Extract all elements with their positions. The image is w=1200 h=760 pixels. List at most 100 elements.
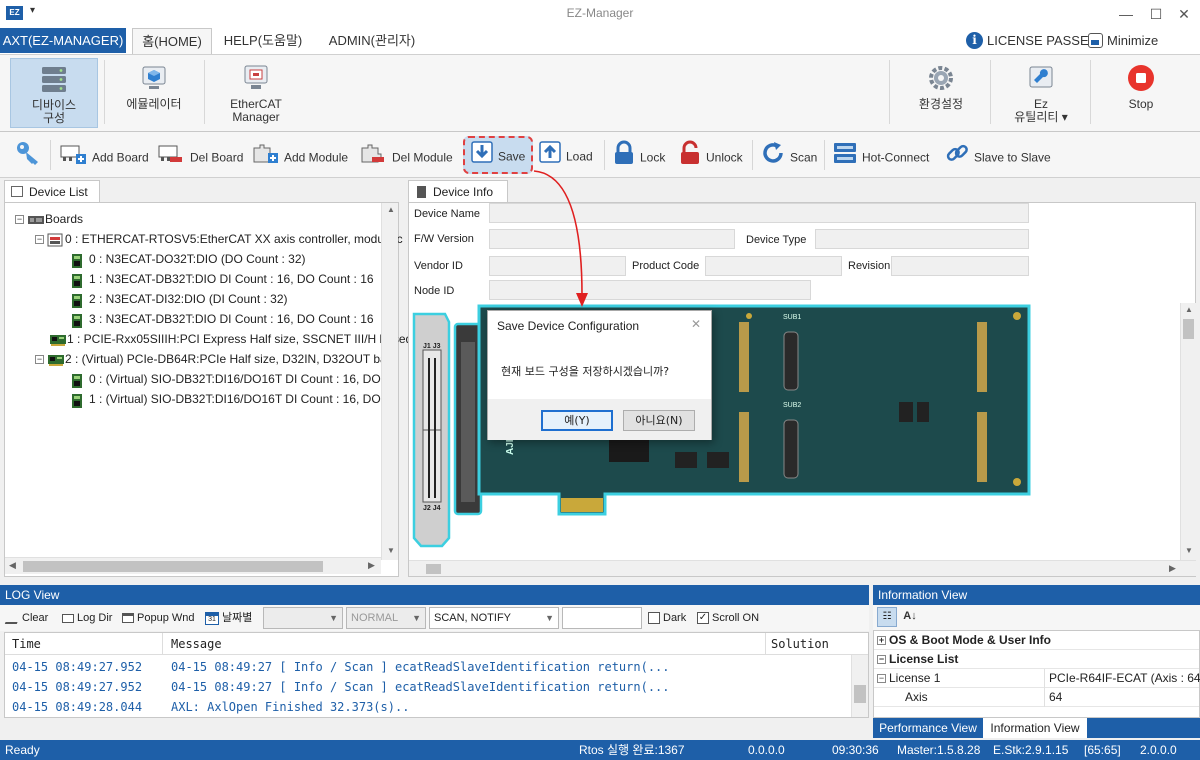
save-config-dialog: Save Device Configuration ✕ 현재 보드 구성을 저장… bbox=[487, 310, 712, 440]
tree-item-module[interactable]: 1 : N3ECAT-DB32T:DIO DI Count : 16, DO C… bbox=[71, 269, 374, 289]
group-license-list[interactable]: − License List bbox=[874, 650, 1199, 669]
device-type-field[interactable] bbox=[815, 229, 1029, 249]
add-board-button[interactable]: Add Board bbox=[58, 140, 149, 170]
tree-root[interactable]: − Boards bbox=[15, 209, 83, 229]
tab-device-list[interactable]: Device List bbox=[4, 180, 100, 202]
tree-item-module[interactable]: 1 : (Virtual) SIO-DB32T:DI16/DO16T DI Co… bbox=[71, 389, 393, 409]
sort-alpha-icon[interactable]: A↓ bbox=[900, 607, 920, 627]
tab-information-view[interactable]: Information View bbox=[983, 718, 1087, 738]
popup-wnd-button[interactable]: Popup Wnd bbox=[122, 610, 194, 626]
save-button[interactable]: Save bbox=[470, 140, 525, 170]
del-module-button[interactable]: Del Module bbox=[358, 140, 453, 170]
log-dir-button[interactable]: Log Dir bbox=[62, 610, 112, 626]
log-search-input[interactable] bbox=[562, 607, 642, 629]
ribbon-separator bbox=[1090, 60, 1091, 124]
device-info-vscroll[interactable]: ▲ ▼ bbox=[1180, 303, 1196, 560]
tree-item-label: 3 : N3ECAT-DB32T:DIO DI Count : 16, DO C… bbox=[89, 312, 374, 326]
add-module-button[interactable]: Add Module bbox=[250, 140, 348, 170]
device-config-button[interactable]: 디바이스 구성 bbox=[10, 58, 98, 128]
log-clear-label: Clear bbox=[22, 612, 49, 624]
revision-field[interactable] bbox=[891, 256, 1029, 276]
tree-item-board-1[interactable]: 1 : PCIE-Rxx05SIIIH:PCI Express Half siz… bbox=[49, 329, 412, 349]
categorized-icon[interactable]: ☷ bbox=[877, 607, 897, 627]
stop-label: Stop bbox=[1128, 97, 1154, 111]
tab-performance-view[interactable]: Performance View bbox=[875, 718, 981, 738]
log-vscroll[interactable] bbox=[851, 655, 868, 717]
expand-icon[interactable]: + bbox=[877, 636, 886, 646]
tree-item-board-2[interactable]: − 2 : (Virtual) PCIe-DB64R:PCIe Half size… bbox=[35, 349, 393, 369]
tab-device-info[interactable]: Device Info bbox=[408, 180, 508, 202]
tab-admin[interactable]: ADMIN(관리자) bbox=[320, 28, 424, 54]
log-col-message[interactable]: Message bbox=[171, 637, 222, 651]
log-level-select[interactable]: NORMAL ▼ bbox=[346, 607, 426, 629]
popup-wnd-label: Popup Wnd bbox=[137, 612, 195, 624]
unlock-button[interactable]: Unlock bbox=[678, 140, 743, 170]
scroll-on-checkbox[interactable]: ✓ Scroll ON bbox=[697, 610, 759, 626]
log-clear-button[interactable]: Clear bbox=[4, 610, 49, 626]
board-label-sub1: SUB1 bbox=[783, 314, 802, 321]
log-filter-select[interactable]: SCAN, NOTIFY ▼ bbox=[429, 607, 559, 629]
slave-to-slave-button[interactable]: Slave to Slave bbox=[944, 140, 1051, 170]
device-name-label: Device Name bbox=[414, 208, 481, 220]
tree-item-module[interactable]: 2 : N3ECAT-DI32:DIO (DI Count : 32) bbox=[71, 289, 288, 309]
tree-item-module[interactable]: 0 : N3ECAT-DO32T:DIO (DO Count : 32) bbox=[71, 249, 306, 269]
group-os-boot[interactable]: + OS & Boot Mode & User Info bbox=[874, 631, 1199, 650]
dialog-title: Save Device Configuration bbox=[497, 319, 640, 333]
close-button[interactable]: ✕ bbox=[1166, 4, 1200, 24]
tab-home[interactable]: 홈(HOME) bbox=[132, 28, 212, 54]
log-row[interactable]: 04-15 08:49:28.044 bbox=[12, 700, 142, 714]
collapse-icon[interactable]: − bbox=[15, 215, 24, 225]
collapse-icon[interactable]: − bbox=[877, 674, 886, 684]
tree-item-module[interactable]: 0 : (Virtual) SIO-DB32T:DI16/DO16T DI Co… bbox=[71, 369, 393, 389]
module-icon bbox=[71, 313, 85, 328]
dialog-close-icon[interactable]: ✕ bbox=[691, 317, 701, 331]
emulator-button[interactable]: 에뮬레이터 bbox=[110, 58, 198, 128]
dark-checkbox[interactable]: Dark bbox=[648, 610, 686, 626]
minimize-menu-icon[interactable] bbox=[1088, 33, 1103, 48]
log-row[interactable]: 04-15 08:49:27.952 bbox=[12, 680, 142, 694]
log-col-solution[interactable]: Solution bbox=[771, 637, 829, 651]
log-col-time[interactable]: Time bbox=[12, 637, 41, 651]
scan-button[interactable]: Scan bbox=[760, 140, 817, 170]
axis-row[interactable]: Axis 64 bbox=[874, 688, 1199, 707]
info-toolbar bbox=[873, 605, 1200, 630]
hscroll-thumb[interactable] bbox=[23, 561, 323, 572]
collapse-icon[interactable]: − bbox=[35, 235, 44, 245]
tree-item-module[interactable]: 3 : N3ECAT-DB32T:DIO DI Count : 16, DO C… bbox=[71, 309, 374, 329]
minimize-menu-button[interactable]: Minimize MENU bbox=[1107, 32, 1200, 66]
vscroll-thumb[interactable] bbox=[1183, 319, 1194, 339]
log-row[interactable]: 04-15 08:49:27.952 bbox=[12, 660, 142, 674]
del-board-button[interactable]: Del Board bbox=[156, 140, 243, 170]
vendor-id-label: Vendor ID bbox=[414, 260, 463, 272]
tree-item-board-0[interactable]: − 0 : ETHERCAT-RTOSV5:EtherCAT XX axis co… bbox=[35, 229, 403, 249]
vscroll-thumb[interactable] bbox=[854, 685, 866, 703]
device-list-hscroll[interactable]: ◀ ▶ bbox=[5, 557, 381, 574]
date-select[interactable]: ▼ bbox=[263, 607, 343, 629]
tree-item-label: 2 : N3ECAT-DI32:DIO (DI Count : 32) bbox=[89, 292, 288, 306]
hscroll-thumb[interactable] bbox=[426, 564, 441, 574]
ethercat-manager-button[interactable]: EtherCAT Manager bbox=[212, 58, 300, 128]
tree-item-label: 1 : N3ECAT-DB32T:DIO DI Count : 16, DO C… bbox=[89, 272, 374, 286]
license-row[interactable]: − License 1 PCIe-R64IF-ECAT (Axis : 64) bbox=[874, 669, 1200, 688]
by-date-button[interactable]: 31 날짜별 bbox=[205, 610, 252, 626]
tab-help[interactable]: HELP(도움말) bbox=[218, 28, 308, 54]
fw-version-field[interactable] bbox=[489, 229, 735, 249]
collapse-icon[interactable]: − bbox=[877, 655, 886, 665]
device-info-hscroll[interactable]: ▶ bbox=[409, 560, 1196, 576]
log-dir-label: Log Dir bbox=[77, 612, 113, 624]
pcie-board-icon bbox=[47, 353, 64, 367]
hot-connect-button[interactable]: Hot-Connect bbox=[832, 140, 929, 170]
dialog-no-button[interactable]: 아니요(N) bbox=[623, 410, 695, 431]
key-tool-button[interactable] bbox=[14, 140, 48, 170]
product-code-field[interactable] bbox=[705, 256, 842, 276]
env-settings-button[interactable]: 환경설정 bbox=[896, 58, 986, 128]
link-icon bbox=[944, 140, 970, 177]
device-list-vscroll[interactable]: ▲ ▼ bbox=[381, 203, 398, 560]
app-menu-tab[interactable]: AXT(EZ-MANAGER) bbox=[0, 28, 126, 53]
tree-root-label: Boards bbox=[45, 212, 84, 226]
lock-button[interactable]: Lock bbox=[612, 140, 665, 170]
collapse-icon[interactable]: − bbox=[35, 355, 44, 365]
stop-button[interactable]: Stop bbox=[1096, 58, 1186, 128]
dialog-yes-button[interactable]: 예(Y) bbox=[541, 410, 613, 431]
ez-utility-button[interactable]: Ez 유틸리티 ▾ bbox=[996, 58, 1086, 128]
